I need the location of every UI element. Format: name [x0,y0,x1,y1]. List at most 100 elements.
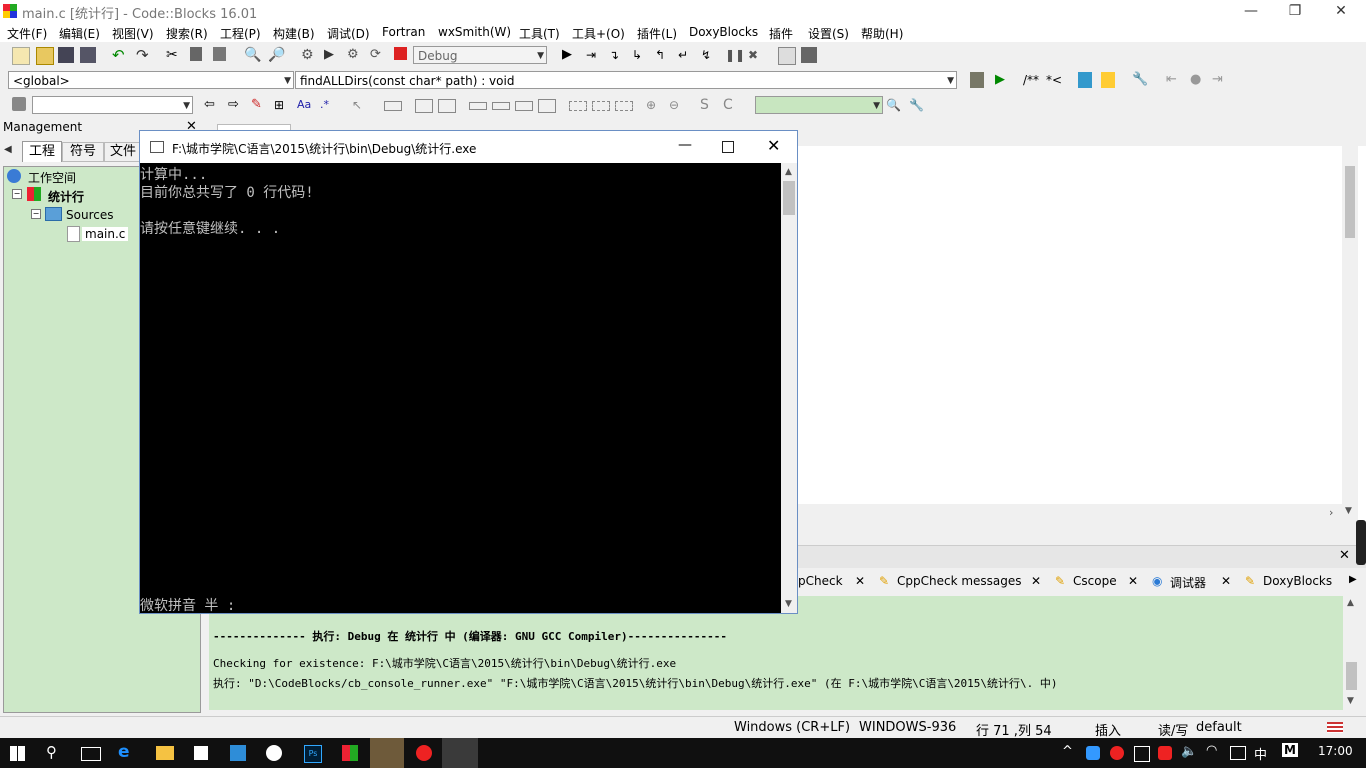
editor-scroll-thumb[interactable] [1345,166,1355,238]
fill-icon[interactable] [538,99,556,113]
console-close-icon[interactable]: ✕ [767,136,780,155]
side-handle-icon[interactable] [1356,520,1366,565]
clear-search-icon[interactable] [12,97,26,111]
scroll-up-icon[interactable]: ▲ [785,167,792,177]
html-help-icon[interactable] [1078,72,1092,88]
scroll-down-icon[interactable]: ▼ [1345,506,1352,516]
show-hidden-icons[interactable]: ^ [1062,744,1073,759]
align-top-icon[interactable] [469,102,487,110]
volume-icon[interactable]: 🔈 [1181,744,1197,759]
search-next-icon[interactable]: ⇨ [228,97,244,113]
find-icon[interactable]: 🔍 [244,47,261,63]
align-bottom-icon[interactable] [515,101,533,111]
next-line-icon[interactable]: ↴ [609,47,625,63]
search-icon[interactable]: ⚲ [46,743,57,761]
menu-edit[interactable]: 编辑(E) [59,25,100,42]
tab-doxyblocks[interactable]: DoxyBlocks [1263,574,1332,588]
tree-workspace[interactable]: 工作空间 [28,169,76,186]
tab-scroll-left-icon[interactable]: ◀ [4,144,12,155]
button-shape-icon[interactable] [384,101,402,111]
save-icon[interactable] [58,47,74,63]
console-maximize-icon[interactable] [722,141,734,153]
taskbar-app-active[interactable] [370,738,404,768]
menu-wxsmith[interactable]: wxSmith(W) [438,25,511,39]
symbol-find-icon[interactable]: 🔍 [886,97,902,113]
scroll-up-icon[interactable]: ▲ [1347,598,1354,608]
select-tool-icon[interactable]: ↖ [352,97,368,113]
image-shape-icon[interactable] [415,99,433,113]
function-select[interactable]: findALLDirs(const char* path) : void ▼ [295,71,957,89]
build-icon[interactable]: ⚙ [301,47,317,63]
qq-icon[interactable] [266,745,282,761]
next-instruction-icon[interactable]: ↵ [678,47,694,63]
tab-close-icon[interactable]: ✕ [1031,574,1041,588]
save-all-icon[interactable] [80,47,96,63]
tab-debugger[interactable]: 调试器 [1170,574,1206,591]
match-case-icon[interactable]: Aa [297,97,313,113]
search-previous-icon[interactable]: ⇦ [204,97,220,113]
symbol-settings-icon[interactable]: 🔧 [909,97,925,113]
info-icon[interactable] [801,47,817,63]
menu-settings[interactable]: 设置(S) [808,25,849,42]
jump-to-code-icon[interactable] [970,72,984,88]
tab-cscope[interactable]: Cscope [1073,574,1117,588]
menu-project[interactable]: 工程(P) [220,25,261,42]
task-view-icon[interactable] [81,747,101,761]
clock[interactable]: 17:00 [1318,744,1353,758]
restore-button[interactable]: ❐ [1272,0,1318,22]
console-scrollbar[interactable]: ▲ ▼ [781,163,797,613]
console-taskbar-button[interactable] [442,738,478,768]
console-minimize-icon[interactable]: — [678,137,692,153]
frame-icon[interactable] [569,101,587,111]
build-and-run-icon[interactable]: ⚙ [347,47,363,63]
log-scroll-thumb[interactable] [1346,662,1357,690]
debug-run-icon[interactable]: ▶ [562,47,578,63]
tab-files[interactable]: 文件 [104,142,142,162]
menu-file[interactable]: 文件(F) [7,25,47,42]
tree-collapse-sources-icon[interactable]: − [31,209,41,219]
scroll-down-icon[interactable]: ▼ [785,599,792,609]
block-comment-button[interactable]: /** [1023,73,1039,87]
debug-windows-icon[interactable] [778,47,796,65]
editor-vertical-scrollbar[interactable]: ▼ [1342,146,1358,521]
menu-debug[interactable]: 调试(D) [327,25,370,42]
tabs-scroll-right-icon[interactable]: ▶ [1349,574,1357,585]
previous-bookmark-icon[interactable]: ⇤ [1166,72,1182,88]
new-file-icon[interactable] [12,47,30,65]
start-windows-icon[interactable] [10,746,25,761]
edge-browser-icon[interactable]: e [118,742,130,762]
rebuild-icon[interactable]: ⟳ [370,47,386,63]
zoom-out-icon[interactable]: ⊖ [669,97,685,113]
menu-plugins[interactable]: 插件(L) [637,25,677,42]
tab-cppcheck-messages[interactable]: CppCheck messages [897,574,1022,588]
netease-music-icon[interactable] [416,745,432,761]
menu-search[interactable]: 搜索(R) [166,25,208,42]
scroll-right-icon[interactable]: › [1329,506,1333,519]
console-window[interactable]: F:\城市学院\C语言\2015\统计行\bin\Debug\统计行.exe —… [139,130,798,614]
tab-close-icon[interactable]: ✕ [855,574,865,588]
line-comment-button[interactable]: *< [1046,73,1062,87]
action-center-icon[interactable] [1230,746,1246,760]
open-folder-icon[interactable] [36,47,54,65]
step-instruction-icon[interactable]: ↯ [701,47,717,63]
file-explorer-icon[interactable] [156,746,174,760]
menu-fortran[interactable]: Fortran [382,25,425,39]
frame-2-icon[interactable] [592,101,610,111]
menu-plugins-2[interactable]: 插件 [769,25,793,42]
tab-symbols[interactable]: 符号 [62,142,104,162]
stop-debug-icon[interactable]: ✖ [748,47,764,63]
toggle-bookmark-icon[interactable]: ● [1190,72,1206,88]
menu-tools[interactable]: 工具(T) [519,25,560,42]
symbol-s-icon[interactable]: S [700,97,716,113]
tree-sources[interactable]: Sources [66,208,113,222]
tab-close-icon[interactable]: ✕ [1128,574,1138,588]
undo-icon[interactable]: ↶ [112,47,128,63]
zoom-in-icon[interactable]: ⊕ [646,97,662,113]
tab-project[interactable]: 工程 [22,141,62,162]
copy-icon[interactable] [190,47,202,61]
scope-select[interactable]: <global> ▼ [8,71,294,89]
tray-music-icon[interactable] [1110,746,1124,760]
redo-icon[interactable]: ↷ [136,47,152,63]
tray-acrobat-icon[interactable] [1158,746,1172,760]
tree-project[interactable]: 统计行 [48,188,84,205]
